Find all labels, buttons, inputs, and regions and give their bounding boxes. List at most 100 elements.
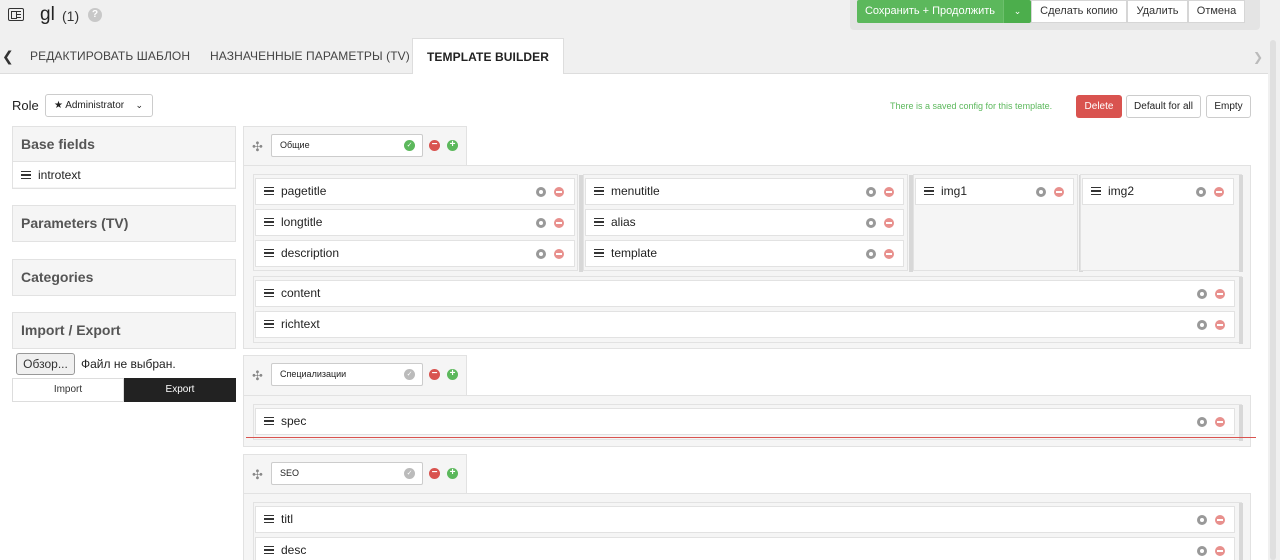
cancel-button[interactable]: Отмена	[1188, 0, 1245, 23]
tabs-next-chevron-right-icon[interactable]: ❯	[1253, 50, 1263, 64]
remove-group-icon[interactable]: −	[429, 369, 440, 380]
help-icon[interactable]: ?	[88, 8, 102, 22]
chevron-down-icon: ⌄	[135, 100, 143, 110]
column-resize-handle[interactable]	[1239, 175, 1243, 272]
gear-icon[interactable]	[536, 187, 546, 197]
parameters-panel: Parameters (TV)	[12, 205, 236, 242]
saved-config-message: There is a saved config for this templat…	[890, 101, 1053, 111]
role-select[interactable]: ★ Administrator ⌄	[45, 94, 153, 117]
remove-icon[interactable]	[1214, 187, 1224, 197]
gear-icon[interactable]	[1196, 187, 1206, 197]
group-box: spec	[243, 395, 1251, 447]
categories-heading[interactable]: Categories	[13, 260, 235, 294]
field-item[interactable]: titl	[255, 506, 1235, 533]
remove-icon[interactable]	[884, 249, 894, 259]
drag-handle-icon	[1091, 186, 1101, 195]
remove-icon[interactable]	[1215, 289, 1225, 299]
field-item[interactable]: alias	[585, 209, 904, 236]
list-item[interactable]: introtext	[13, 161, 235, 187]
remove-group-icon[interactable]: −	[429, 140, 440, 151]
import-export-heading[interactable]: Import / Export	[13, 313, 235, 347]
gear-icon[interactable]	[1197, 417, 1207, 427]
field-item[interactable]: img2	[1082, 178, 1234, 205]
group-name-input[interactable]: Специализации ✓	[271, 363, 423, 386]
import-export-buttons: Import Export	[12, 378, 236, 402]
remove-icon[interactable]	[1215, 417, 1225, 427]
default-for-all-button[interactable]: Default for all	[1126, 95, 1201, 118]
group-name-input[interactable]: Общие ✓	[271, 134, 423, 157]
gear-icon[interactable]	[1197, 320, 1207, 330]
gear-icon[interactable]	[1197, 515, 1207, 525]
field-label: titl	[281, 512, 293, 526]
remove-icon[interactable]	[1054, 187, 1064, 197]
group-box: pagetitle longtitle description menutitl…	[243, 165, 1251, 349]
remove-icon[interactable]	[884, 187, 894, 197]
field-item[interactable]: pagetitle	[255, 178, 575, 205]
remove-icon[interactable]	[1215, 515, 1225, 525]
tab-tv-params[interactable]: НАЗНАЧЕННЫЕ ПАРАМЕТРЫ (TV)	[196, 38, 424, 75]
group-name-input[interactable]: SEO ✓	[271, 462, 423, 485]
field-item[interactable]: img1	[915, 178, 1074, 205]
field-item[interactable]: spec	[255, 408, 1235, 435]
drag-handle-icon	[21, 170, 31, 179]
field-item[interactable]: longtitle	[255, 209, 575, 236]
move-icon[interactable]: ✣	[252, 139, 263, 155]
export-button[interactable]: Export	[124, 378, 236, 402]
field-item[interactable]: description	[255, 240, 575, 267]
browse-button[interactable]: Обзор...	[16, 353, 75, 375]
page-count: (1)	[62, 8, 80, 24]
save-options-chevron-down-icon[interactable]: ⌄	[1003, 0, 1031, 23]
page-scrollbar-thumb[interactable]	[1270, 40, 1276, 560]
field-item[interactable]: menutitle	[585, 178, 904, 205]
parameters-heading[interactable]: Parameters (TV)	[13, 206, 235, 240]
gear-icon[interactable]	[536, 249, 546, 259]
gear-icon[interactable]	[1197, 289, 1207, 299]
remove-icon[interactable]	[554, 187, 564, 197]
column-resize-handle[interactable]	[1239, 277, 1243, 344]
add-group-icon[interactable]: +	[447, 140, 458, 151]
remove-icon[interactable]	[554, 218, 564, 228]
import-button[interactable]: Import	[12, 378, 124, 402]
drop-indicator	[246, 437, 1256, 438]
duplicate-button[interactable]: Сделать копию	[1031, 0, 1127, 23]
drag-handle-icon	[264, 248, 274, 257]
remove-icon[interactable]	[1215, 320, 1225, 330]
tab-edit-template[interactable]: РЕДАКТИРОВАТЬ ШАБЛОН	[16, 38, 204, 75]
field-label: spec	[281, 414, 307, 428]
gear-icon[interactable]	[1197, 546, 1207, 556]
field-item[interactable]: richtext	[255, 311, 1235, 338]
gear-icon[interactable]	[866, 187, 876, 197]
column-resize-handle[interactable]	[1239, 503, 1243, 560]
drag-handle-icon	[264, 416, 274, 425]
delete-config-button[interactable]: Delete	[1076, 95, 1122, 118]
save-continue-button[interactable]: Сохранить + Продолжить	[857, 0, 1003, 23]
add-group-icon[interactable]: +	[447, 369, 458, 380]
gear-icon[interactable]	[866, 218, 876, 228]
tab-template-builder[interactable]: TEMPLATE BUILDER	[412, 38, 565, 75]
gear-icon[interactable]	[866, 249, 876, 259]
tabs-prev-chevron-left-icon[interactable]: ❮	[2, 48, 14, 65]
field-item[interactable]: desc	[255, 537, 1235, 560]
field-item[interactable]: content	[255, 280, 1235, 307]
check-icon[interactable]: ✓	[404, 468, 415, 479]
gear-icon[interactable]	[536, 218, 546, 228]
column-resize-handle[interactable]	[1239, 405, 1243, 441]
empty-button[interactable]: Empty	[1206, 95, 1251, 118]
gear-icon[interactable]	[1036, 187, 1046, 197]
base-fields-heading[interactable]: Base fields	[13, 127, 235, 161]
field-item[interactable]: template	[585, 240, 904, 267]
remove-icon[interactable]	[884, 218, 894, 228]
add-group-icon[interactable]: +	[447, 468, 458, 479]
check-icon[interactable]: ✓	[404, 140, 415, 151]
column: spec	[253, 404, 1243, 441]
move-icon[interactable]: ✣	[252, 467, 263, 483]
column: titl desc	[253, 502, 1243, 560]
remove-icon[interactable]	[554, 249, 564, 259]
move-icon[interactable]: ✣	[252, 368, 263, 384]
column: menutitle alias template	[583, 174, 913, 272]
group-name-value: Общие	[280, 140, 310, 150]
remove-group-icon[interactable]: −	[429, 468, 440, 479]
remove-icon[interactable]	[1215, 546, 1225, 556]
delete-template-button[interactable]: Удалить	[1127, 0, 1188, 23]
check-icon[interactable]: ✓	[404, 369, 415, 380]
